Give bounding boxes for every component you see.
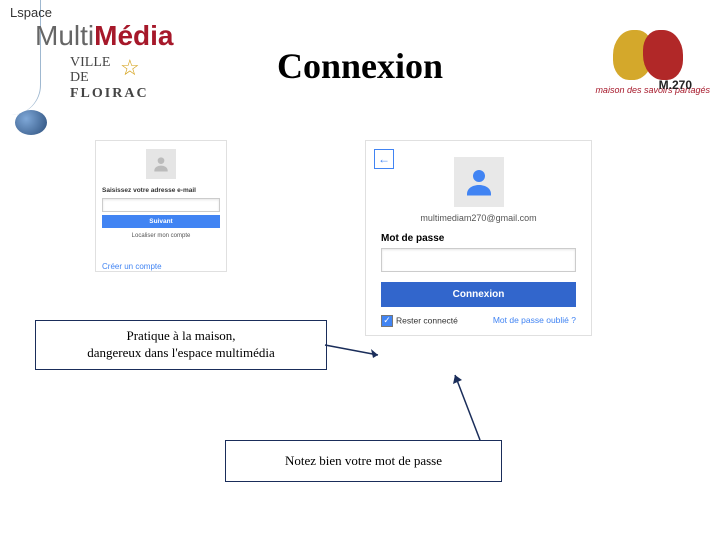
ville-line2: DE xyxy=(70,70,149,85)
callout2-text: Notez bien votre mot de passe xyxy=(285,453,442,470)
logo-right: M.270 maison des savoirs partagés xyxy=(595,30,710,95)
ville-line1: VILLE xyxy=(70,55,149,70)
blob-red xyxy=(643,30,683,80)
password-input[interactable] xyxy=(381,248,576,272)
login-panel-password: ← multimediam270@gmail.com Mot de passe … xyxy=(365,140,592,336)
callout-stay-connected: Pratique à la maison, dangereux dans l'e… xyxy=(35,320,327,370)
email-label: Saisissez votre adresse e-mail xyxy=(96,185,226,196)
m270-logo xyxy=(613,30,693,80)
avatar-large-icon xyxy=(454,157,504,207)
media-text: Média xyxy=(94,20,173,51)
avatar-icon xyxy=(146,149,176,179)
callout1-line1: Pratique à la maison, xyxy=(87,328,275,345)
checkbox-icon[interactable]: ✓ xyxy=(381,315,393,327)
m270-label: M.270 xyxy=(659,78,692,92)
header-area: Lspace MultiMédia ☆ VILLE DE FLOIRAC Con… xyxy=(0,0,720,110)
multimedia-logo: MultiMédia xyxy=(35,20,173,52)
mouse-icon xyxy=(15,110,47,135)
login-panel-email: Saisissez votre adresse e-mail Suivant L… xyxy=(95,140,227,272)
page-title: Connexion xyxy=(277,45,443,87)
callout-password: Notez bien votre mot de passe xyxy=(225,440,502,482)
email-display: multimediam270@gmail.com xyxy=(366,213,591,223)
lspace-text: Lspace xyxy=(10,5,52,20)
multi-text: Multi xyxy=(35,20,94,51)
next-button[interactable]: Suivant xyxy=(102,215,220,228)
forgot-password-link[interactable]: Mot de passe oublié ? xyxy=(493,315,576,327)
ville-text: VILLE DE FLOIRAC xyxy=(70,55,149,101)
ville-line3: FLOIRAC xyxy=(70,86,149,101)
locate-link[interactable]: Localiser mon compte xyxy=(96,231,226,244)
maison-tagline: maison des savoirs partagés xyxy=(595,85,710,95)
stay-label: Rester connecté xyxy=(396,315,458,325)
email-input[interactable] xyxy=(102,198,220,212)
arrow-1 xyxy=(325,335,385,360)
back-arrow-icon[interactable]: ← xyxy=(374,149,394,169)
arrow-2 xyxy=(450,370,500,445)
stay-connected[interactable]: ✓Rester connecté xyxy=(381,315,458,327)
callout1-line2: dangereux dans l'espace multimédia xyxy=(87,345,275,362)
stay-row: ✓Rester connecté Mot de passe oublié ? xyxy=(366,307,591,335)
connexion-button[interactable]: Connexion xyxy=(381,282,576,307)
password-label: Mot de passe xyxy=(366,233,591,244)
create-account-link[interactable]: Créer un compte xyxy=(96,244,226,271)
